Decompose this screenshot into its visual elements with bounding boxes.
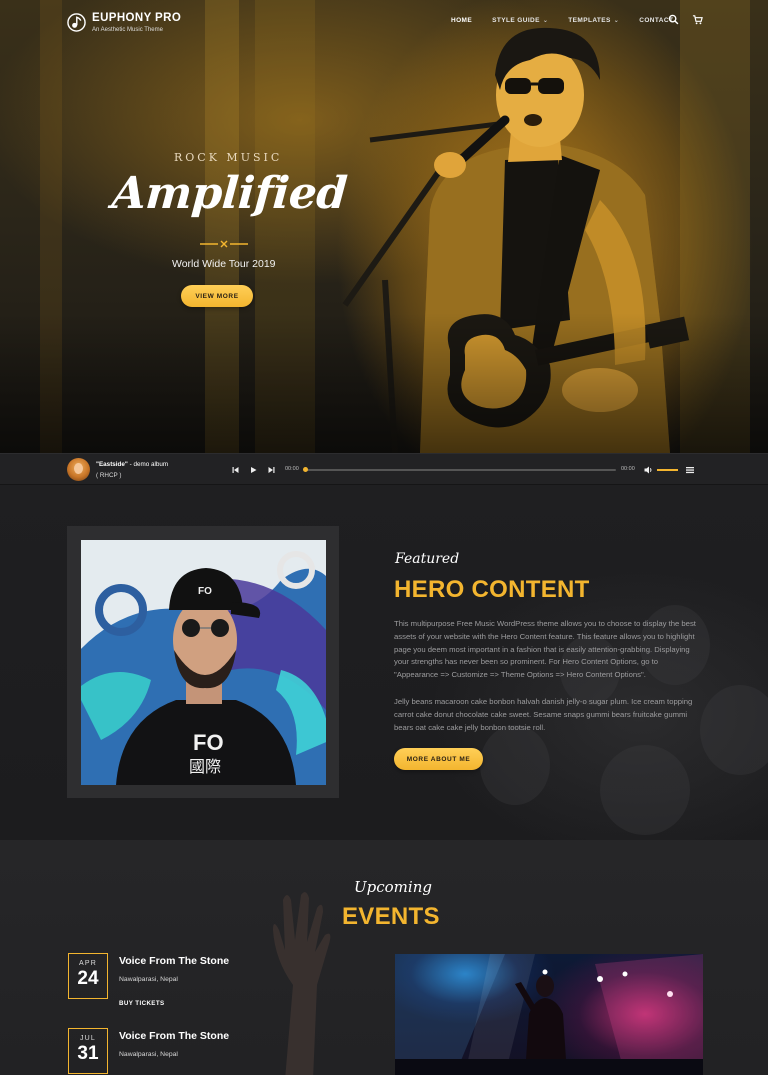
audio-player: "Eastside" - demo album ( RHCP ) 00:00 0… xyxy=(0,453,768,485)
track-album: - demo album xyxy=(127,461,169,468)
crowd-shape xyxy=(480,725,550,805)
nav-home[interactable]: HOME xyxy=(451,17,472,24)
music-note-logo-icon xyxy=(67,13,86,32)
site-title[interactable]: EUPHONY PRO xyxy=(92,12,181,24)
chevron-down-icon: ⌄ xyxy=(613,18,620,24)
nav-style-guide[interactable]: STYLE GUIDE ⌄ xyxy=(492,17,548,24)
volume-slider[interactable] xyxy=(657,469,678,471)
concert-stage-image xyxy=(395,954,703,1075)
album-art xyxy=(67,458,90,481)
svg-text:FO: FO xyxy=(198,586,212,597)
featured-paragraph: Jelly beans macaroon cake bonbon halvah … xyxy=(394,697,693,732)
track-artist: ( RHCP ) xyxy=(96,472,122,479)
progress-handle[interactable] xyxy=(303,467,308,472)
volume-icon[interactable] xyxy=(644,466,653,474)
hero-kicker: ROCK MUSIC xyxy=(174,151,283,164)
play-icon[interactable] xyxy=(250,466,257,474)
crowd-shape xyxy=(700,685,768,775)
events-title: EVENTS xyxy=(342,903,440,930)
playlist-icon[interactable] xyxy=(686,466,694,474)
event-month: APR xyxy=(79,960,97,967)
track-info: "Eastside" - demo album xyxy=(96,461,168,468)
event-date: APR 24 xyxy=(68,953,108,999)
raised-hand-image xyxy=(273,892,331,1075)
hero-subtitle: World Wide Tour 2019 xyxy=(172,258,276,270)
event-month: JUL xyxy=(79,1035,97,1042)
buy-tickets-link[interactable]: BUY TICKETS xyxy=(119,1000,165,1007)
featured-title: HERO CONTENT xyxy=(394,576,590,603)
hero-title: Amplified xyxy=(110,168,349,219)
hero-section: EUPHONY PRO An Aesthetic Music Theme HOM… xyxy=(0,0,768,453)
nav-home-label: HOME xyxy=(451,17,473,24)
event-location: Nawalparasi, Nepal xyxy=(119,976,178,983)
progress-bar[interactable] xyxy=(304,469,616,471)
more-about-me-button[interactable]: MORE ABOUT ME xyxy=(394,748,483,770)
featured-portrait-image: FO 國際 FO xyxy=(81,540,326,785)
event-day: 24 xyxy=(77,968,99,989)
search-icon[interactable] xyxy=(668,14,679,25)
ornament-divider-icon xyxy=(200,240,248,248)
current-time: 00:00 xyxy=(285,466,299,472)
previous-track-icon[interactable] xyxy=(232,466,239,474)
main-nav: HOME STYLE GUIDE ⌄ TEMPLATES ⌄ CONTACT xyxy=(451,17,693,24)
hero-shade xyxy=(0,313,768,453)
next-track-icon[interactable] xyxy=(268,466,275,474)
track-title: "Eastside" xyxy=(96,461,128,468)
nav-templates[interactable]: TEMPLATES ⌄ xyxy=(568,17,619,24)
nav-templates-label: TEMPLATES xyxy=(568,17,611,24)
featured-paragraph: This multipurpose Free Music WordPress t… xyxy=(394,619,696,680)
site-logo[interactable]: EUPHONY PRO An Aesthetic Music Theme xyxy=(67,12,181,33)
cart-icon[interactable] xyxy=(692,14,703,25)
album-art-face xyxy=(74,463,83,474)
nav-style-guide-label: STYLE GUIDE xyxy=(492,17,540,24)
events-script-label: Upcoming xyxy=(354,878,432,896)
view-more-button[interactable]: VIEW MORE xyxy=(181,285,253,307)
event-concert-photo xyxy=(395,954,703,1075)
event-date: JUL 31 xyxy=(68,1028,108,1074)
featured-script-label: Featured xyxy=(395,551,460,567)
event-name[interactable]: Voice From The Stone xyxy=(119,1030,229,1042)
featured-photo: FO 國際 FO xyxy=(81,540,326,785)
svg-text:國際: 國際 xyxy=(189,757,221,776)
total-time: 00:00 xyxy=(621,466,635,472)
event-name[interactable]: Voice From The Stone xyxy=(119,955,229,967)
event-day: 31 xyxy=(77,1043,99,1064)
chevron-down-icon: ⌄ xyxy=(542,18,549,24)
crowd-shape xyxy=(600,745,690,835)
event-location: Nawalparasi, Nepal xyxy=(119,1051,178,1058)
svg-text:FO: FO xyxy=(193,730,224,755)
site-tagline: An Aesthetic Music Theme xyxy=(92,27,163,33)
